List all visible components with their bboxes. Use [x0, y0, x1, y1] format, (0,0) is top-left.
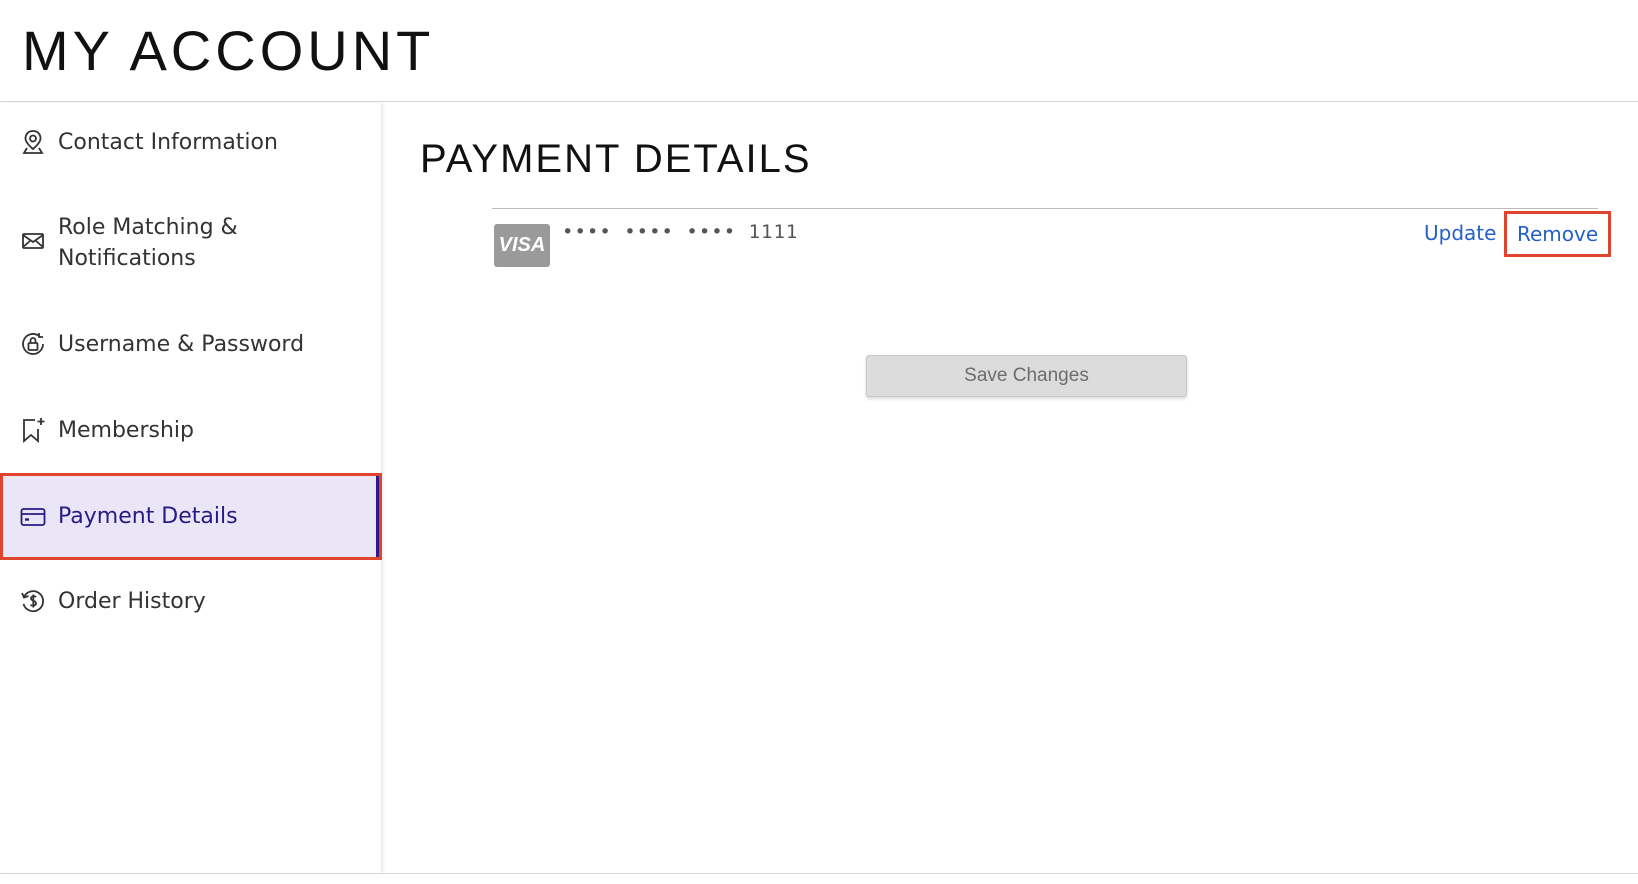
sidebar-item-membership[interactable]: Membership	[0, 407, 382, 453]
sidebar-item-label: Order History	[58, 588, 206, 614]
sidebar-item-label-line2: Notifications	[58, 246, 196, 271]
sidebar-item-contact-information[interactable]: Contact Information	[0, 119, 382, 165]
bookmark-plus-icon	[20, 417, 46, 443]
sidebar-item-role-matching[interactable]: Role Matching & Notifications	[0, 206, 382, 276]
section-title: PAYMENT DETAILS	[420, 137, 812, 181]
sidebar-item-label: Membership	[58, 417, 194, 443]
dollar-history-icon	[20, 588, 46, 614]
footer-divider	[0, 873, 1638, 874]
page-title: MY ACCOUNT	[22, 19, 435, 82]
sidebar-item-payment-details[interactable]: Payment Details	[0, 473, 382, 560]
saved-card-row: VISA •••• •••• •••• 1111 Update Remove	[492, 208, 1612, 279]
main-content: PAYMENT DETAILS VISA •••• •••• •••• 1111…	[382, 103, 1638, 873]
visa-card-icon: VISA	[494, 224, 550, 267]
envelope-icon	[20, 228, 46, 254]
sidebar-item-label: Payment Details	[58, 504, 238, 529]
credit-card-icon	[20, 504, 46, 530]
remove-card-link[interactable]: Remove	[1504, 211, 1612, 257]
lock-circle-icon	[20, 331, 46, 357]
sidebar-item-label: Contact Information	[58, 129, 278, 155]
sidebar-item-order-history[interactable]: Order History	[0, 578, 382, 624]
account-sidebar: Contact Information Role Matching & Noti…	[0, 103, 382, 873]
update-card-link[interactable]: Update	[1424, 221, 1496, 245]
save-changes-button[interactable]: Save Changes	[866, 355, 1187, 397]
page-header: MY ACCOUNT	[0, 0, 1638, 102]
card-number: •••• •••• •••• 1111	[562, 221, 799, 243]
sidebar-item-label: Role Matching &	[58, 215, 238, 240]
location-pin-icon	[20, 129, 46, 155]
sidebar-item-username-password[interactable]: Username & Password	[0, 321, 382, 367]
sidebar-item-label: Username & Password	[58, 331, 305, 357]
